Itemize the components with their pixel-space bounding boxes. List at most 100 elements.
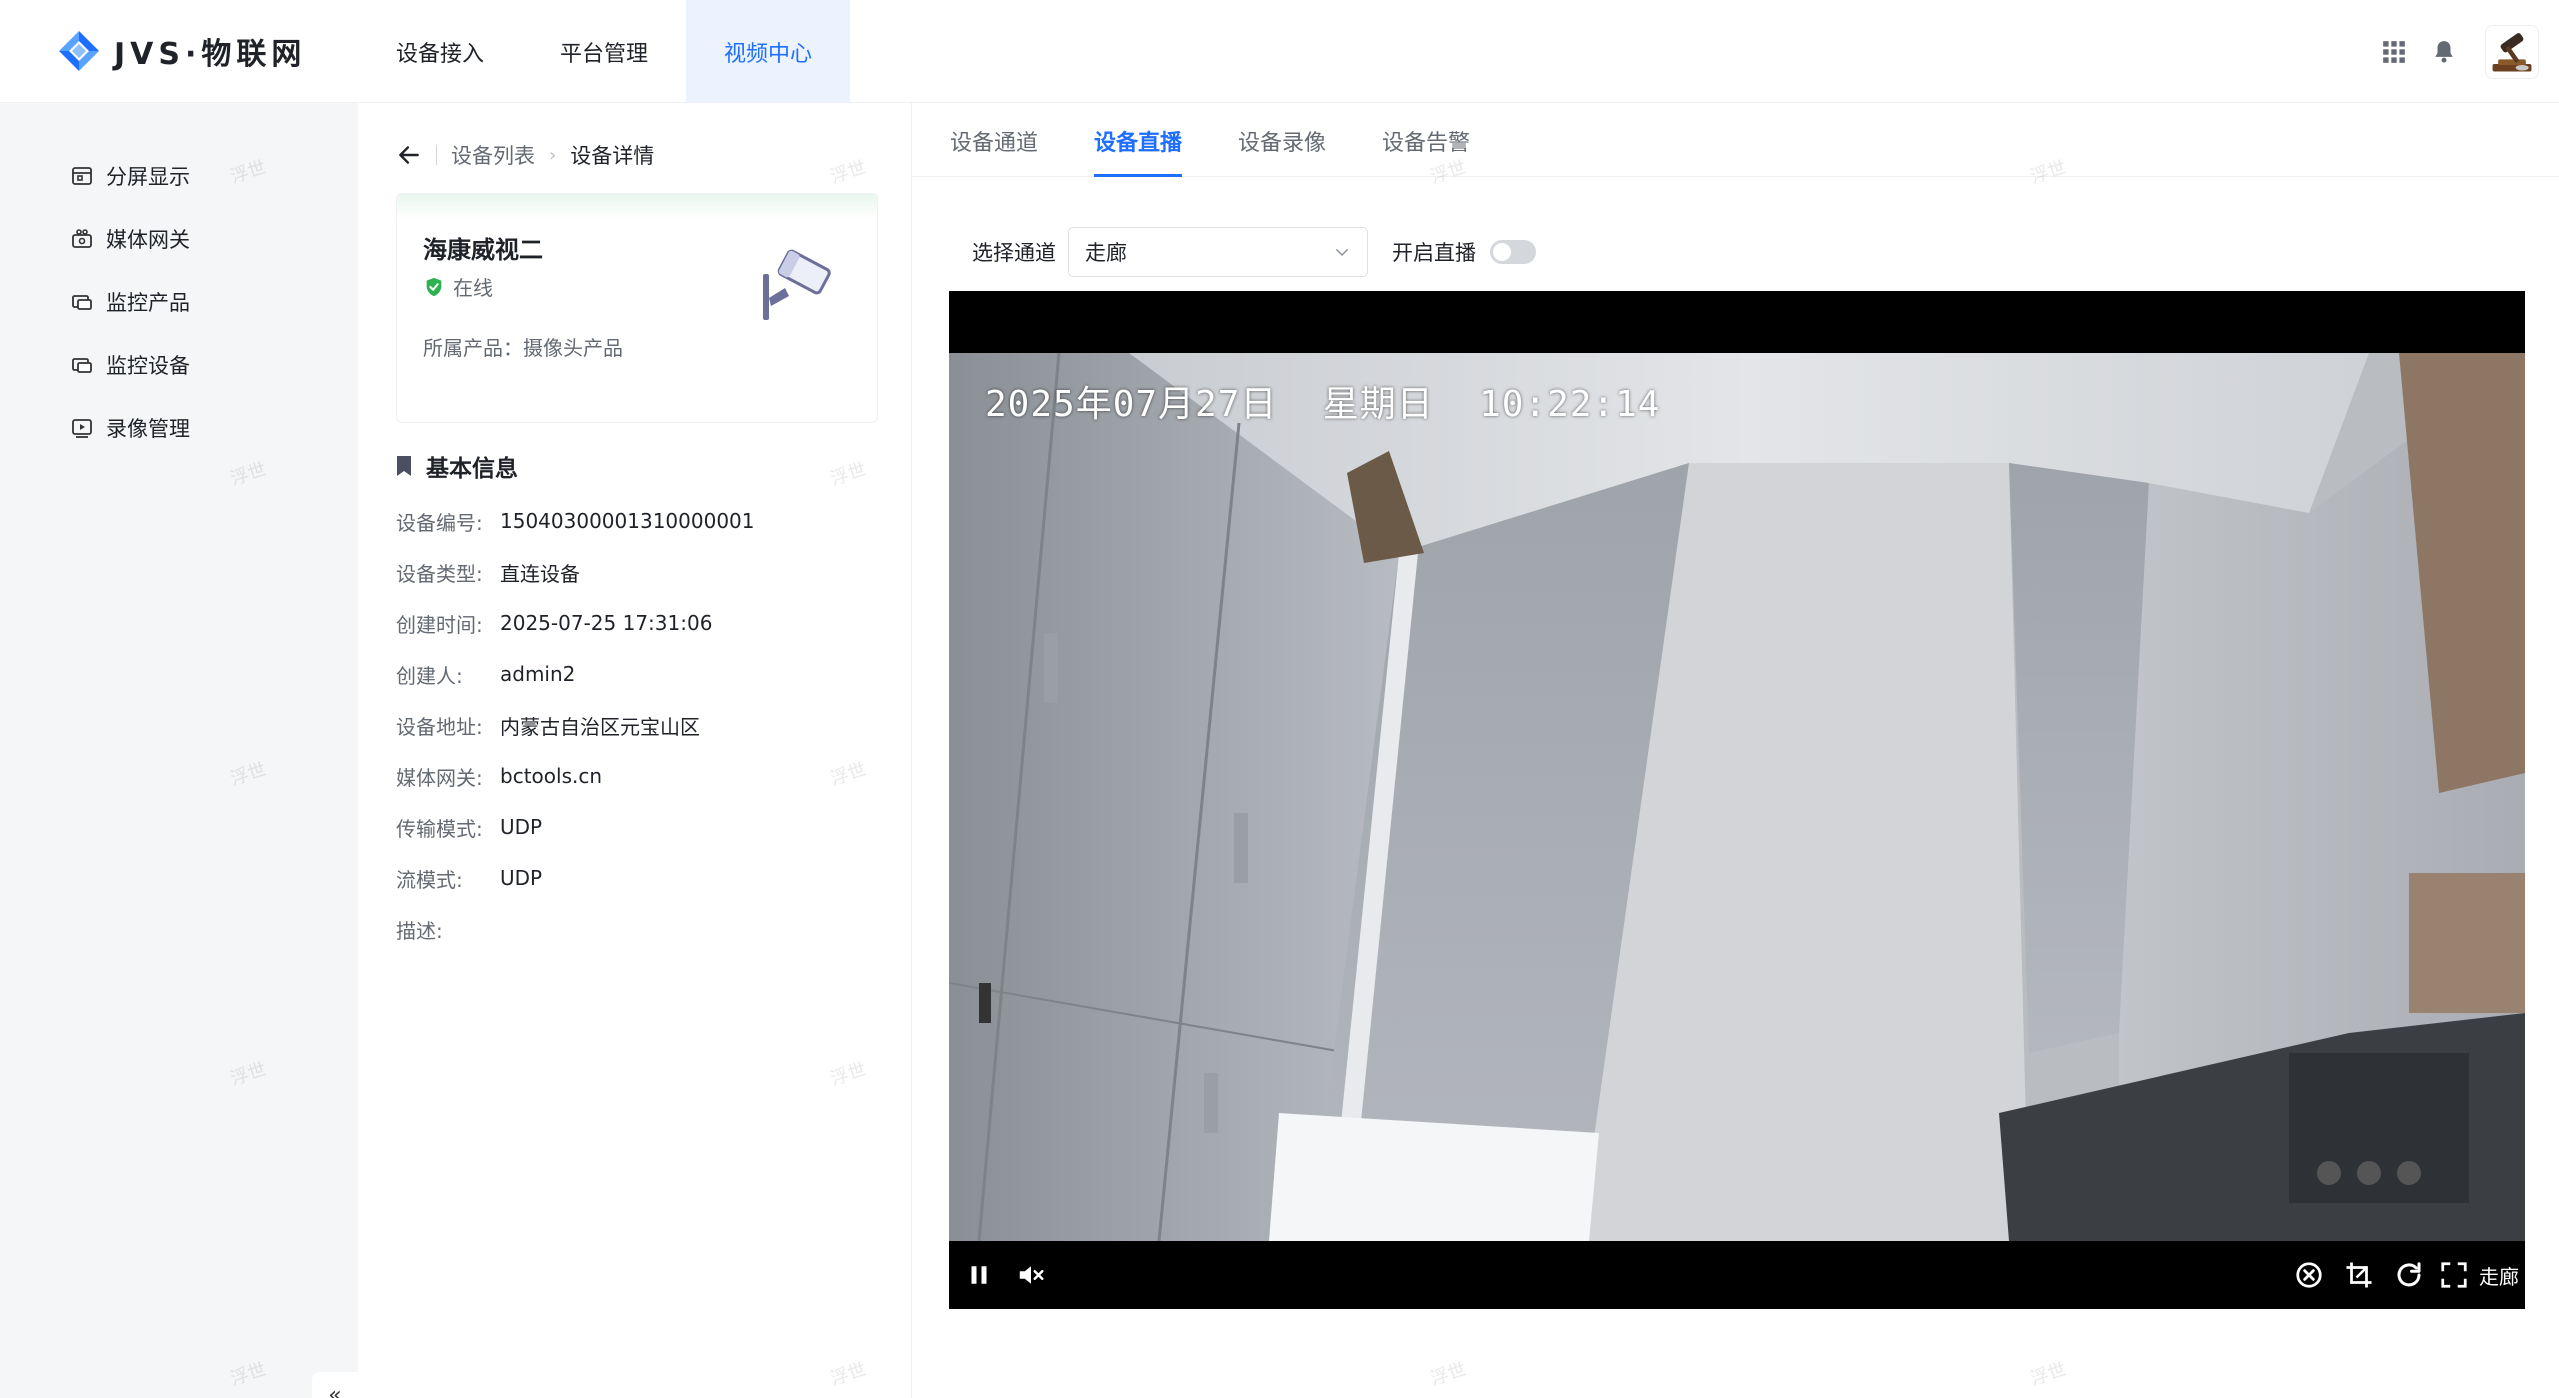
- close-circle-icon: [2296, 1262, 2322, 1288]
- gateway-icon: [72, 229, 92, 248]
- pause-button[interactable]: [959, 1255, 999, 1295]
- sidebar-item-label: 录像管理: [106, 417, 190, 441]
- channel-select-label: 选择通道: [972, 241, 1056, 265]
- channel-select[interactable]: 走廊: [1068, 227, 1368, 277]
- live-toggle-switch[interactable]: [1490, 240, 1536, 264]
- info-key: 媒体网关:: [396, 765, 483, 790]
- device-status-text: 在线: [453, 276, 493, 300]
- breadcrumb-divider: [436, 145, 437, 165]
- fullscreen-button[interactable]: 走廊: [2439, 1255, 2519, 1295]
- tab-device-live[interactable]: 设备直播: [1094, 125, 1183, 177]
- sidebar-item-label: 监控产品: [106, 291, 190, 315]
- section-title-text: 基本信息: [426, 456, 518, 482]
- player-channel-name: 走廊: [2479, 1264, 2519, 1289]
- tab-label: 设备直播: [1094, 131, 1183, 156]
- avatar[interactable]: [2485, 25, 2539, 79]
- info-key: 设备编号:: [396, 510, 483, 535]
- crop-button[interactable]: [2339, 1255, 2379, 1295]
- section-title-basic-info: 基本信息: [396, 449, 518, 483]
- sidebar-item-media-gateway[interactable]: 媒体网关: [70, 219, 190, 259]
- camera-icon: [763, 249, 831, 320]
- info-key: 传输模式:: [396, 816, 483, 841]
- chevron-right-icon: ›: [549, 144, 557, 166]
- tab-label: 设备录像: [1238, 131, 1327, 156]
- bell-icon[interactable]: [2429, 37, 2459, 67]
- nav-platform-management[interactable]: 平台管理: [522, 0, 686, 103]
- header-actions: [2359, 22, 2539, 82]
- nav-device-access[interactable]: 设备接入: [358, 0, 522, 103]
- device-name: 海康威视二: [423, 236, 543, 264]
- pause-icon: [971, 1266, 987, 1284]
- info-row-device-id: 设备编号: 15040300001310000001: [396, 506, 755, 536]
- top-header: JVS·物联网 设备接入 平台管理 视频中心: [0, 0, 2559, 103]
- breadcrumb-device-list[interactable]: 设备列表: [451, 140, 535, 170]
- nav-video-center[interactable]: 视频中心: [686, 0, 851, 103]
- sidebar-item-monitor-product[interactable]: 监控产品: [70, 282, 190, 322]
- sidebar-item-label: 媒体网关: [106, 228, 190, 252]
- player-controls-left: [959, 1255, 1051, 1295]
- info-row-device-type: 设备类型: 直连设备: [396, 557, 580, 587]
- info-key: 描述:: [396, 918, 443, 943]
- device-detail-panel: 设备列表 › 设备详情 海康威视二 在线 所属产品：摄像头产品 基本信息 设备编…: [358, 103, 912, 1398]
- info-row-transport-mode: 传输模式: UDP: [396, 812, 542, 842]
- tab-label: 设备通道: [950, 131, 1039, 156]
- apps-grid-icon[interactable]: [2379, 37, 2409, 67]
- info-row-description: 描述:: [396, 914, 500, 944]
- nav-label: 设备接入: [396, 41, 485, 67]
- info-key: 创建人:: [396, 663, 463, 688]
- nav-label: 平台管理: [560, 41, 649, 67]
- chevron-down-icon: [1336, 249, 1348, 256]
- volume-muted-icon: [1019, 1266, 1044, 1284]
- fullscreen-icon: [2441, 1262, 2467, 1288]
- status-badge: 在线: [423, 272, 493, 301]
- app-logo[interactable]: JVS·物联网: [56, 26, 306, 76]
- channel-select-value: 走廊: [1085, 241, 1127, 265]
- bookmark-icon: [397, 456, 411, 476]
- info-row-stream-mode: 流模式: UDP: [396, 863, 542, 893]
- player-controls-right: 走廊: [2279, 1255, 2519, 1295]
- info-row-creator: 创建人: admin2: [396, 659, 575, 689]
- info-value: 15040300001310000001: [500, 509, 755, 533]
- video-player[interactable]: 2025年07月27日 星期日 10:22:14 走廊: [949, 291, 2525, 1309]
- logo-icon: [59, 31, 99, 71]
- main-content: 设备通道 设备直播 设备录像 设备告警 选择通道 走廊 开启直播 2025年07…: [912, 103, 2559, 1398]
- back-arrow-icon[interactable]: [396, 142, 422, 168]
- double-chevron-left-icon: «: [328, 1382, 342, 1398]
- monitor-device-icon: [72, 358, 92, 373]
- info-row-media-gateway: 媒体网关: bctools.cn: [396, 761, 602, 791]
- recording-icon: [72, 419, 92, 438]
- info-row-address: 设备地址: 内蒙古自治区元宝山区: [396, 710, 700, 740]
- sidebar-item-split-screen[interactable]: 分屏显示: [70, 156, 190, 196]
- info-row-created-time: 创建时间: 2025-07-25 17:31:06: [396, 608, 712, 638]
- info-key: 设备类型:: [396, 561, 483, 586]
- device-tabs: 设备通道 设备直播 设备录像 设备告警: [912, 103, 2559, 177]
- user-avatar-image: [2492, 33, 2532, 72]
- channel-toolbar: 选择通道 走廊 开启直播: [972, 227, 1536, 277]
- refresh-button[interactable]: [2389, 1255, 2429, 1295]
- info-value: 直连设备: [500, 561, 580, 586]
- info-key: 流模式:: [396, 867, 463, 892]
- tab-device-recording[interactable]: 设备录像: [1238, 125, 1326, 177]
- info-key: 设备地址:: [396, 714, 483, 739]
- breadcrumb-current: 设备详情: [570, 144, 655, 168]
- info-value: admin2: [500, 662, 576, 686]
- video-osd-timestamp: 2025年07月27日 星期日 10:22:14: [985, 384, 1661, 425]
- nav-label: 视频中心: [724, 41, 813, 67]
- sidebar-item-monitor-device[interactable]: 监控设备: [70, 345, 190, 385]
- info-value: 2025-07-25 17:31:06: [500, 611, 713, 635]
- sidebar-item-label: 分屏显示: [106, 165, 190, 189]
- crop-icon: [2346, 1262, 2372, 1288]
- split-screen-icon: [72, 167, 92, 185]
- tab-device-alarm[interactable]: 设备告警: [1382, 125, 1470, 177]
- info-value: bctools.cn: [500, 764, 603, 788]
- sidebar-item-recording-management[interactable]: 录像管理: [70, 408, 190, 448]
- tab-device-channel[interactable]: 设备通道: [950, 125, 1038, 177]
- breadcrumb: 设备列表 › 设备详情: [396, 139, 654, 171]
- info-value: UDP: [500, 866, 543, 890]
- tab-label: 设备告警: [1382, 131, 1471, 156]
- monitor-product-icon: [72, 295, 92, 310]
- mute-button[interactable]: [1011, 1255, 1051, 1295]
- shield-check-icon: [426, 277, 442, 296]
- stop-stream-button[interactable]: [2289, 1255, 2329, 1295]
- sidebar-collapse-button[interactable]: «: [312, 1372, 358, 1398]
